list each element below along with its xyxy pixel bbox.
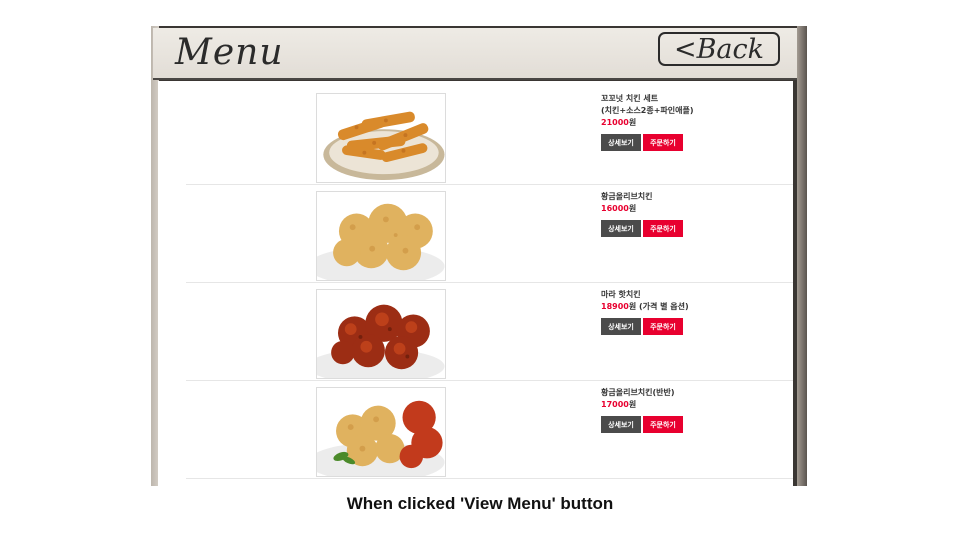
menu-item-name: 황금올리브치킨(반반)	[601, 388, 675, 397]
menu-item-price-suffix: 원 (가격 별 옵션)	[628, 302, 689, 311]
detail-button[interactable]: 상세보기	[601, 416, 641, 433]
detail-button[interactable]: 상세보기	[601, 220, 641, 237]
menu-item-price-suffix: 원	[628, 400, 637, 409]
spicy-chicken-image	[317, 290, 445, 378]
order-button[interactable]: 주문하기	[643, 220, 683, 237]
menu-item-name: 꼬꼬넛 치킨 세트	[601, 94, 659, 103]
menu-item-info: 마라 핫치킨 18900원 (가격 별 옵션) 상세보기 주문하기	[601, 289, 791, 335]
page-title: Menu	[175, 32, 284, 73]
order-button[interactable]: 주문하기	[643, 134, 683, 151]
menu-item-price: 17000	[601, 400, 629, 409]
menu-item-price-line: 21000원	[601, 117, 791, 129]
half-half-chicken-image	[317, 388, 445, 476]
menu-item-image[interactable]	[316, 191, 446, 281]
order-button[interactable]: 주문하기	[643, 416, 683, 433]
slide-caption: When clicked 'View Menu' button	[346, 494, 614, 513]
menu-item-price-line: 16000원	[601, 203, 791, 215]
menu-item-name: 마라 핫치킨	[601, 290, 641, 299]
menu-item-price-suffix: 원	[628, 118, 637, 127]
menu-item-image[interactable]	[316, 289, 446, 379]
menu-item: 마라 핫치킨 18900원 (가격 별 옵션) 상세보기 주문하기	[186, 283, 793, 381]
menu-list: 꼬꼬넛 치킨 세트 (치킨+소스2종+파인애플) 21000원 상세보기 주문하…	[158, 81, 793, 486]
menu-item-name: 황금올리브치킨	[601, 192, 653, 201]
back-button[interactable]: <Back	[658, 32, 780, 66]
menu-item-image[interactable]	[316, 93, 446, 183]
menu-item-image[interactable]	[316, 387, 446, 477]
fried-chicken-image	[317, 192, 445, 280]
detail-button[interactable]: 상세보기	[601, 318, 641, 335]
menu-item-price-suffix: 원	[628, 204, 637, 213]
order-button[interactable]: 주문하기	[643, 318, 683, 335]
menu-item-price: 21000	[601, 118, 629, 127]
menu-item-price: 18900	[601, 302, 629, 311]
menu-item: 황금올리브치킨 16000원 상세보기 주문하기	[186, 185, 793, 283]
menu-item-price-line: 18900원 (가격 별 옵션)	[601, 301, 791, 313]
detail-button[interactable]: 상세보기	[601, 134, 641, 151]
menu-item-info: 황금올리브치킨(반반) 17000원 상세보기 주문하기	[601, 387, 791, 433]
menu-item-price: 16000	[601, 204, 629, 213]
device-frame: Menu <Back 꼬꼬넛 치킨 세트 (치킨+소스2종+파인애플) 2100…	[151, 26, 807, 486]
menu-item-info: 꼬꼬넛 치킨 세트 (치킨+소스2종+파인애플) 21000원 상세보기 주문하…	[601, 93, 791, 151]
menu-item: 꼬꼬넛 치킨 세트 (치킨+소스2종+파인애플) 21000원 상세보기 주문하…	[186, 87, 793, 185]
top-bar: Menu <Back	[153, 28, 797, 80]
fried-chicken-tenders-image	[317, 94, 445, 182]
menu-item-name-detail: (치킨+소스2종+파인애플)	[601, 106, 694, 115]
menu-item-price-line: 17000원	[601, 399, 791, 411]
menu-item: 황금올리브치킨(반반) 17000원 상세보기 주문하기	[186, 381, 793, 479]
menu-item-info: 황금올리브치킨 16000원 상세보기 주문하기	[601, 191, 791, 237]
